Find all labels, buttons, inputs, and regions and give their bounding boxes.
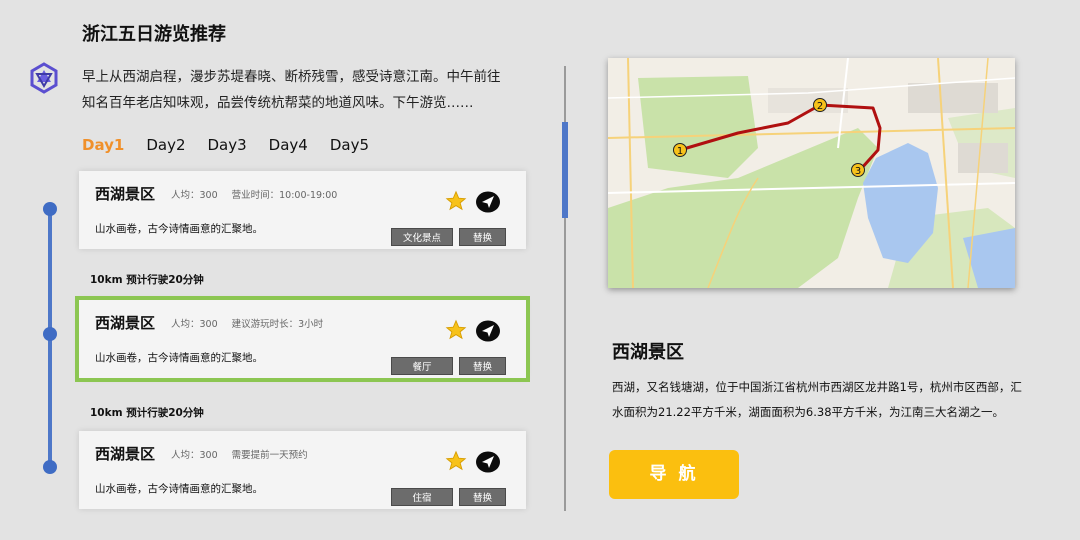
card-avg-price: 人均：300 — [171, 190, 218, 201]
card-meta: 人均：300 建议游玩时长：3小时 — [171, 316, 337, 330]
navigate-icon[interactable] — [476, 191, 500, 213]
timeline-dot — [43, 460, 57, 474]
navigate-icon[interactable] — [476, 320, 500, 342]
replace-button[interactable]: 替换 — [459, 488, 506, 506]
drive-info: 10km 预计行驶20分钟 — [90, 407, 204, 419]
intro-text: 早上从西湖启程，漫步苏堤春晓、断桥残雪，感受诗意江南。中午前往知名百年老店知味观… — [82, 69, 501, 111]
card-info: 营业时间：10:00-19:00 — [231, 190, 338, 201]
card-title: 西湖景区 — [95, 445, 156, 463]
category-tag: 餐厅 — [391, 357, 453, 375]
map-marker[interactable]: 1 — [673, 143, 687, 158]
route-map[interactable]: 1 2 3 — [608, 58, 1015, 288]
star-icon[interactable] — [445, 450, 467, 472]
card-avg-price: 人均：300 — [171, 450, 218, 461]
card-meta: 人均：300 营业时间：10:00-19:00 — [171, 187, 351, 201]
timeline-dot — [43, 327, 57, 341]
drive-info: 10km 预计行驶20分钟 — [90, 274, 204, 286]
svg-text:2: 2 — [817, 101, 823, 112]
svg-text:3: 3 — [855, 166, 861, 177]
card-meta: 人均：300 需要提前一天预约 — [171, 447, 322, 461]
itinerary-card-selected[interactable]: 西湖景区 人均：300 建议游玩时长：3小时 山水画卷，古今诗情画意的汇聚地。 餐… — [75, 296, 530, 382]
day-tabs: Day1 Day2 Day3 Day4 Day5 — [82, 136, 391, 154]
page-title: 浙江五日游览推荐 — [82, 24, 226, 45]
timeline-dot — [43, 202, 57, 216]
navigate-button[interactable]: 导 航 — [609, 450, 739, 499]
star-icon[interactable] — [445, 190, 467, 212]
card-description: 山水画卷，古今诗情画意的汇聚地。 — [95, 223, 263, 235]
card-title: 西湖景区 — [95, 185, 156, 203]
svg-text:1: 1 — [677, 146, 683, 157]
app-logo-icon — [28, 62, 60, 94]
scrollbar-thumb[interactable] — [562, 122, 568, 218]
map-marker[interactable]: 3 — [851, 163, 865, 178]
detail-title: 西湖景区 — [612, 342, 684, 363]
category-tag: 住宿 — [391, 488, 453, 506]
card-description: 山水画卷，古今诗情画意的汇聚地。 — [95, 483, 263, 495]
card-description: 山水画卷，古今诗情画意的汇聚地。 — [95, 352, 263, 364]
detail-description: 西湖，又名钱塘湖，位于中国浙江省杭州市西湖区龙井路1号，杭州市区西部，汇水面积为… — [612, 380, 1022, 419]
card-title: 西湖景区 — [95, 314, 156, 332]
card-info: 建议游玩时长：3小时 — [231, 319, 324, 330]
star-icon[interactable] — [445, 319, 467, 341]
tab-day5[interactable]: Day5 — [330, 136, 369, 154]
tab-day4[interactable]: Day4 — [269, 136, 308, 154]
itinerary-card[interactable]: 西湖景区 人均：300 营业时间：10:00-19:00 山水画卷，古今诗情画意的… — [79, 171, 526, 249]
itinerary-card[interactable]: 西湖景区 人均：300 需要提前一天预约 山水画卷，古今诗情画意的汇聚地。 住宿 … — [79, 431, 526, 509]
navigate-icon[interactable] — [476, 451, 500, 473]
card-avg-price: 人均：300 — [171, 319, 218, 330]
replace-button[interactable]: 替换 — [459, 228, 506, 246]
category-tag: 文化景点 — [391, 228, 453, 246]
tab-day3[interactable]: Day3 — [208, 136, 247, 154]
tab-day2[interactable]: Day2 — [146, 136, 185, 154]
tab-day1[interactable]: Day1 — [82, 136, 124, 154]
replace-button[interactable]: 替换 — [459, 357, 506, 375]
card-info: 需要提前一天预约 — [231, 450, 308, 461]
map-marker[interactable]: 2 — [813, 98, 827, 113]
